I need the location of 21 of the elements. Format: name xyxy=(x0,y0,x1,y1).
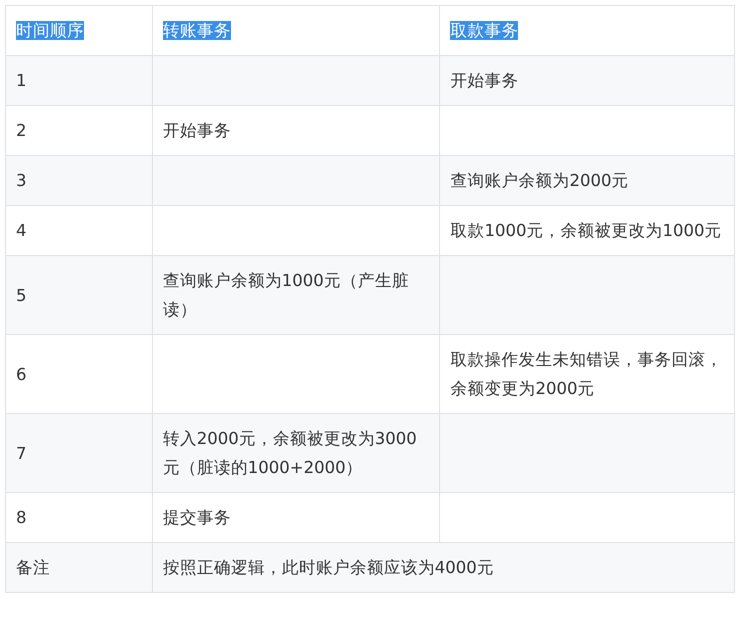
cell-text: 开始事务 xyxy=(162,121,231,140)
step-number: 7 xyxy=(16,444,26,462)
cell-text: 取款操作发生未知错误，事务回滚，余额变更为2000元 xyxy=(450,350,722,398)
note-label: 备注 xyxy=(16,558,50,577)
column-header: 转账事务 xyxy=(162,21,231,40)
cell-text: 查询账户余额为1000元（产生脏读） xyxy=(162,271,409,319)
step-number: 2 xyxy=(16,121,26,140)
step-number: 3 xyxy=(16,171,26,190)
step-number: 8 xyxy=(16,508,26,527)
step-number: 1 xyxy=(16,71,26,90)
cell-text: 查询账户余额为2000元 xyxy=(450,171,628,190)
cell-text: 开始事务 xyxy=(450,71,518,90)
cell-text: 转入2000元，余额被更改为3000元（脏读的1000+2000） xyxy=(162,429,417,477)
step-number: 4 xyxy=(16,221,26,240)
note-text: 按照正确逻辑，此时账户余额应该为4000元 xyxy=(162,558,494,577)
column-header: 取款事务 xyxy=(450,21,518,40)
step-number: 5 xyxy=(16,286,26,304)
cell-text: 提交事务 xyxy=(162,508,231,527)
cell-text: 取款1000元，余额被更改为1000元 xyxy=(450,221,722,240)
column-header: 时间顺序 xyxy=(16,21,84,40)
step-number: 6 xyxy=(16,364,26,384)
